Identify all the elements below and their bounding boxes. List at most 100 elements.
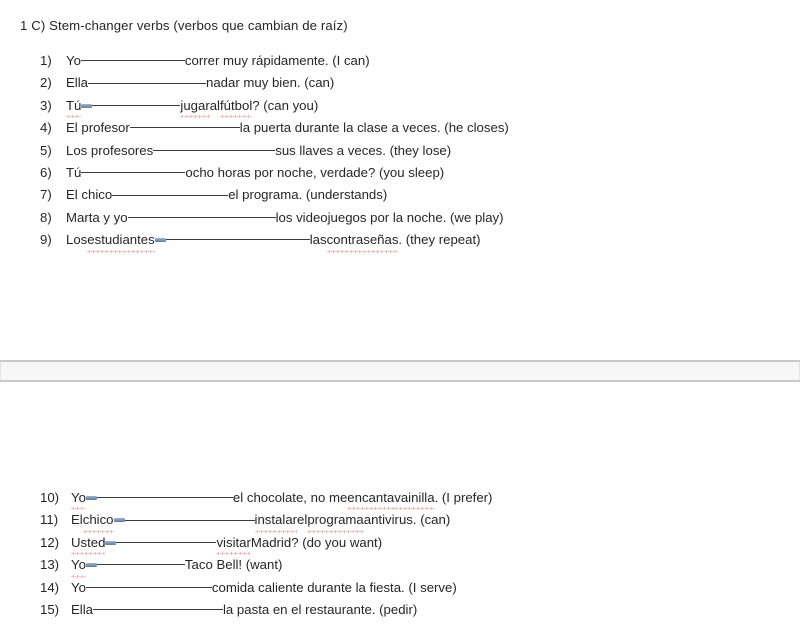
- answer-blank[interactable]: [85, 577, 212, 590]
- answer-blank[interactable]: [92, 95, 181, 108]
- answer-blank[interactable]: [96, 554, 185, 567]
- answer-blank[interactable]: [153, 140, 276, 153]
- sentence-text: Madrid? (do you want): [250, 534, 383, 550]
- misspelled-word: estudiantes: [87, 229, 156, 253]
- sentence-text: ocho horas por noche, verdade? (you slee…: [185, 164, 445, 180]
- sentence-text: el chocolate, no me: [232, 490, 348, 505]
- exercise-number: 7): [40, 187, 52, 203]
- sentence-text: la pasta en el restaurante. (pedir): [223, 601, 418, 617]
- sentence-text: correr muy rápidamente. (I can): [184, 53, 370, 68]
- exercise-item: 6) Tú ocho horas por noche, verdade? (you…: [0, 162, 800, 184]
- exercise-item: 7) El chico el programa. (understands): [0, 184, 800, 206]
- misspelled-word: visitar: [216, 532, 252, 556]
- exercise-item: 8) Marta y yo los videojuegos por la noch…: [0, 207, 800, 229]
- exercise-item: 5) Los profesores sus llaves a veces. (th…: [0, 140, 800, 162]
- answer-blank[interactable]: [81, 162, 186, 175]
- sentence-text: El profesor: [66, 120, 130, 136]
- sentence-text: antivirus. (can): [363, 512, 451, 528]
- tracked-change-marker-icon: [154, 231, 166, 244]
- misspelled-word: Yo: [71, 554, 86, 579]
- exercise-number: 1): [40, 53, 52, 68]
- answer-blank[interactable]: [88, 72, 206, 85]
- exercise-number: 13): [40, 557, 60, 573]
- page-title: 1 C) Stem-changer verbs (verbos que camb…: [20, 18, 348, 33]
- exercise-item: 9) Los estudiantes las contraseñas. (they…: [0, 229, 800, 253]
- sentence-text: Yo: [71, 579, 86, 595]
- misspelled-word: Usted: [71, 532, 106, 556]
- page-break-divider: [0, 360, 800, 383]
- sentence-text: las: [309, 232, 327, 248]
- misspelled-word: contraseñas: [326, 229, 398, 253]
- exercise-number: 14): [40, 579, 60, 595]
- sentence-text: Ella: [71, 601, 93, 617]
- exercise-number: 4): [40, 120, 52, 136]
- tracked-change-marker-icon: [85, 489, 97, 502]
- answer-blank[interactable]: [129, 117, 240, 130]
- exercise-number: 2): [40, 75, 52, 91]
- sentence-text: Los: [66, 232, 88, 248]
- answer-blank[interactable]: [124, 509, 255, 522]
- exercise-number: 6): [40, 164, 52, 180]
- misspelled-word: vainilla: [394, 487, 435, 511]
- sentence-text: El chico: [66, 187, 113, 203]
- exercise-item: 11) El chico instalar el programa antivir…: [0, 509, 800, 534]
- answer-blank[interactable]: [165, 229, 310, 242]
- sentence-text: . (I prefer): [434, 490, 493, 505]
- sentence-text: Tú: [66, 164, 82, 180]
- divider-band: [0, 362, 800, 380]
- tracked-change-marker-icon: [113, 511, 125, 524]
- sentence-text: Marta y yo: [66, 209, 128, 225]
- tracked-change-marker-icon: [105, 534, 117, 547]
- exercise-item: 3) Tú jugar al fútbol? (can you): [0, 95, 800, 119]
- exercise-item: 10) Yo el chocolate, no me encanta vainil…: [0, 487, 800, 511]
- tracked-change-marker-icon: [85, 556, 97, 569]
- sentence-text: al: [209, 97, 220, 113]
- sentence-text: Yo: [66, 53, 81, 68]
- misspelled-word: chico: [82, 509, 114, 534]
- tracked-change-marker-icon: [81, 97, 93, 110]
- answer-blank[interactable]: [80, 50, 185, 63]
- exercise-item: 1) Yo correr muy rápidamente. (I can): [0, 50, 800, 72]
- divider-hairline: [0, 382, 800, 383]
- answer-blank[interactable]: [127, 207, 276, 220]
- exercise-number: 3): [40, 97, 52, 113]
- sentence-text: nadar muy bien. (can): [206, 75, 335, 91]
- sentence-text: comida caliente durante la fiesta. (I se…: [211, 579, 457, 595]
- sentence-text: Ella: [66, 75, 88, 91]
- exercise-item: 14) Yo comida caliente durante la fiesta.…: [0, 577, 800, 599]
- sentence-text: ? (can you): [252, 97, 319, 113]
- document-page: 1 C) Stem-changer verbs (verbos que camb…: [0, 0, 800, 625]
- exercise-number: 11): [40, 512, 59, 528]
- misspelled-word: encanta: [347, 487, 394, 511]
- sentence-text: El: [71, 512, 83, 528]
- exercise-list-bottom: 10) Yo el chocolate, no me encanta vainil…: [0, 487, 800, 621]
- exercise-number: 9): [40, 232, 52, 248]
- exercise-list-top: 1) Yo correr muy rápidamente. (I can) 2) El…: [0, 50, 800, 253]
- exercise-number: 8): [40, 209, 52, 225]
- exercise-item: 4) El profesor la puerta durante la clase…: [0, 117, 800, 139]
- answer-blank[interactable]: [96, 487, 233, 500]
- exercise-number: 10): [40, 490, 60, 505]
- sentence-text: Los profesores: [66, 142, 154, 158]
- misspelled-word: Yo: [71, 487, 86, 511]
- exercise-number: 5): [40, 142, 52, 158]
- sentence-text: el programa. (understands): [228, 187, 388, 203]
- exercise-item: 2) Ella nadar muy bien. (can): [0, 72, 800, 94]
- misspelled-word: fútbol: [219, 95, 253, 119]
- misspelled-word: instalar: [254, 509, 297, 534]
- answer-blank[interactable]: [112, 184, 229, 197]
- answer-blank[interactable]: [93, 599, 223, 612]
- exercise-number: 12): [40, 534, 60, 550]
- exercise-item: 15) Ella la pasta en el restaurante. (ped…: [0, 599, 800, 621]
- exercise-item: 12) Usted visitar Madrid? (do you want): [0, 532, 800, 556]
- sentence-text: el: [297, 512, 308, 528]
- exercise-number: 15): [40, 601, 60, 617]
- misspelled-word: jugar: [180, 95, 211, 119]
- sentence-text: Taco Bell! (want): [184, 557, 283, 573]
- answer-blank[interactable]: [116, 532, 217, 545]
- sentence-text: sus llaves a veces. (they lose): [275, 142, 452, 158]
- sentence-text: la puerta durante la clase a veces. (he …: [239, 120, 509, 136]
- misspelled-word: programa: [307, 509, 365, 534]
- exercise-item: 13) Yo Taco Bell! (want): [0, 554, 800, 579]
- sentence-text: . (they repeat): [398, 232, 481, 248]
